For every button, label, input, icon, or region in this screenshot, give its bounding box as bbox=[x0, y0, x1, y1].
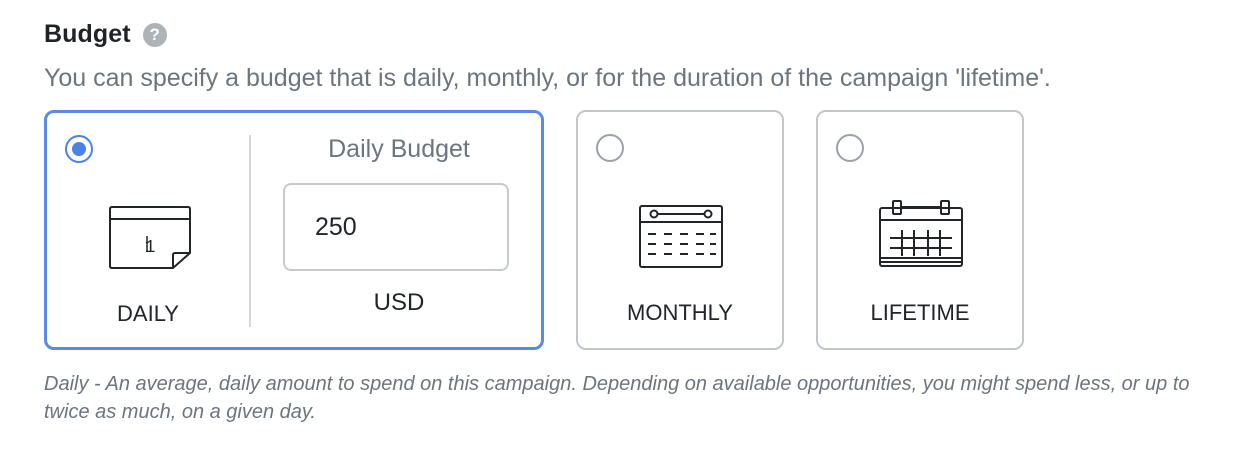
budget-footnote: Daily - An average, daily amount to spen… bbox=[44, 373, 1190, 423]
daily-label: DAILY bbox=[117, 301, 179, 326]
calendar-day-icon: 1 bbox=[109, 206, 191, 269]
budget-option-daily[interactable]: 1 DAILY Daily Budget USD bbox=[44, 110, 544, 350]
calendar-day-number: 1 bbox=[145, 238, 156, 258]
lifetime-label: LIFETIME bbox=[870, 300, 970, 325]
help-icon[interactable]: ? bbox=[142, 22, 167, 47]
budget-option-lifetime[interactable]: LIFETIME bbox=[816, 110, 1024, 350]
daily-budget-input[interactable] bbox=[283, 183, 509, 271]
lifetime-radio[interactable] bbox=[836, 134, 864, 162]
currency-label: USD bbox=[373, 289, 425, 316]
budget-option-monthly[interactable]: MONTHLY bbox=[576, 110, 784, 350]
daily-budget-title: Daily Budget bbox=[328, 135, 470, 163]
budget-header: Budget ? bbox=[44, 20, 167, 49]
calendar-month-icon bbox=[639, 205, 723, 268]
section-title: Budget bbox=[44, 20, 131, 48]
section-description: You can specify a budget that is daily, … bbox=[44, 64, 1051, 92]
calendar-lifetime-icon bbox=[879, 200, 963, 267]
monthly-radio[interactable] bbox=[596, 134, 624, 162]
monthly-label: MONTHLY bbox=[627, 300, 733, 325]
daily-radio[interactable] bbox=[65, 135, 93, 163]
